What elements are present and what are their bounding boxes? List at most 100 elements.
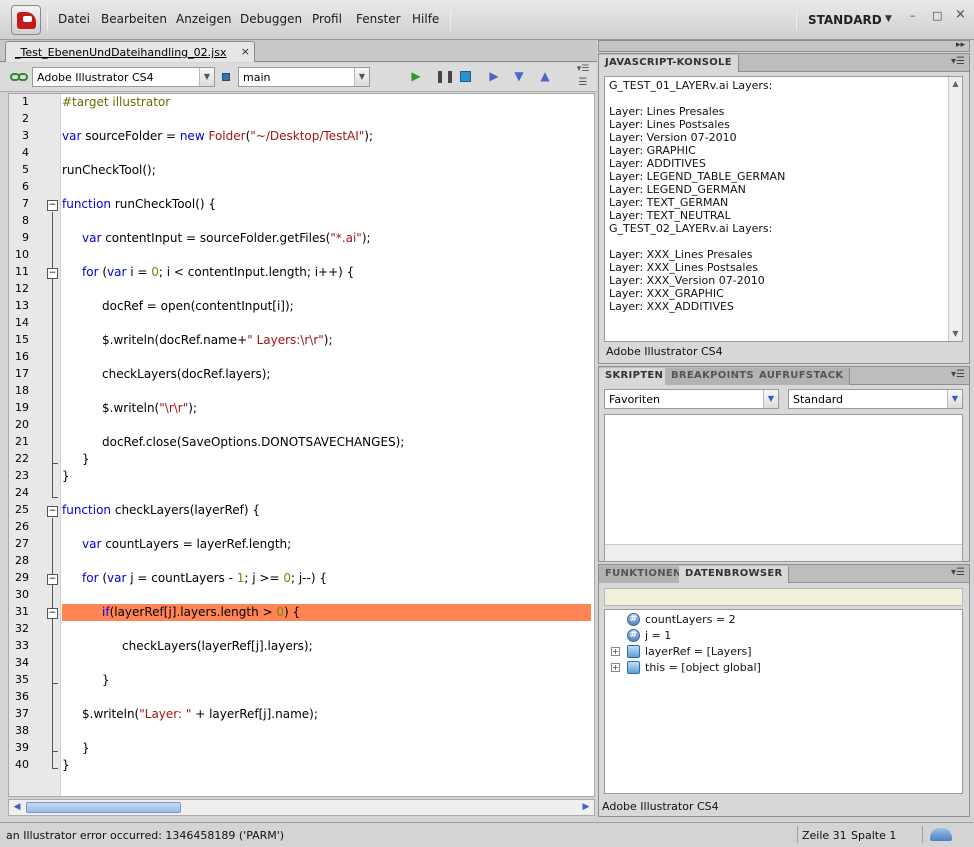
tab-skripten[interactable]: SKRIPTEN — [599, 368, 671, 385]
code-line-39: } — [82, 740, 90, 757]
tab-javascript-console[interactable]: JAVASCRIPT-KONSOLE — [599, 55, 739, 72]
line-number: 18 — [15, 384, 29, 397]
fold-marker-icon[interactable]: − — [47, 608, 58, 619]
scrollbar-thumb[interactable] — [26, 802, 181, 813]
scripts-favorites-select[interactable]: Favoriten ▼ — [604, 389, 779, 409]
chevron-down-icon[interactable]: ▼ — [885, 14, 892, 24]
menu-profil[interactable]: Profil — [312, 12, 342, 26]
stop-icon[interactable] — [460, 71, 471, 82]
menu-hilfe[interactable]: Hilfe — [412, 12, 439, 26]
scroll-down-icon[interactable]: ▼ — [949, 328, 962, 340]
tab-breakpoints[interactable]: BREAKPOINTS — [665, 368, 761, 385]
keyword: var — [82, 537, 102, 551]
variables-tree[interactable]: # countLayers = 2 # j = 1 + layerRef = [… — [604, 609, 963, 794]
console-line: Layer: LEGEND_GERMAN — [609, 183, 746, 196]
horizontal-scrollbar[interactable] — [605, 544, 962, 561]
fold-guide — [52, 768, 58, 769]
expand-icon[interactable]: + — [611, 663, 620, 672]
data-filter-bar[interactable] — [604, 588, 963, 606]
editor-toolbar: Adobe Illustrator CS4 ▼ main ▼ ▶ ❚❚ ▶ ▼ … — [0, 63, 597, 92]
fold-marker-icon[interactable]: − — [47, 268, 58, 279]
code-line-19: $.writeln("\r\r"); — [102, 400, 197, 417]
chevron-down-icon[interactable]: ▼ — [947, 390, 962, 408]
list-icon[interactable]: ☰ — [576, 77, 590, 93]
horizontal-scrollbar[interactable]: ◀ ▶ — [8, 799, 595, 816]
panel-menu-icon[interactable]: ▾☰ — [951, 56, 965, 67]
step-into-icon[interactable]: ▼ — [512, 69, 526, 85]
menu-fenster[interactable]: Fenster — [356, 12, 401, 26]
fold-marker-icon[interactable]: − — [47, 574, 58, 585]
tab-datenbrowser[interactable]: DATENBROWSER — [679, 566, 790, 583]
standard-value: Standard — [793, 393, 844, 406]
code-line-27: var countLayers = layerRef.length; — [82, 536, 291, 553]
close-button[interactable]: × — [955, 7, 966, 22]
code-line-13: docRef = open(contentInput[i]); — [102, 298, 294, 315]
code-line-9: var contentInput = sourceFolder.getFiles… — [82, 230, 371, 247]
scroll-up-icon[interactable]: ▲ — [949, 78, 962, 90]
chevron-down-icon[interactable]: ▼ — [199, 68, 214, 86]
chevron-down-icon[interactable]: ▼ — [354, 68, 369, 86]
panel-menu-icon[interactable]: ▾☰ — [951, 567, 965, 578]
code-text: checkLayers(layerRef) { — [111, 503, 261, 517]
target-app-select[interactable]: Adobe Illustrator CS4 ▼ — [32, 67, 215, 87]
maximize-button[interactable]: □ — [932, 9, 942, 22]
code-editor[interactable]: 1 2 3 4 5 6 7 8 9 10 11 12 13 14 15 16 17 18 19 20 21 22 23 24 2… — [8, 93, 595, 797]
tree-row[interactable]: # j = 1 — [605, 628, 955, 644]
console-output[interactable]: G_TEST_01_LAYERv.ai Layers: Layer: Lines … — [604, 76, 963, 342]
menu-datei[interactable]: Datei — [58, 12, 90, 26]
close-tab-icon[interactable]: × — [241, 45, 250, 58]
code-text: $.writeln( — [102, 401, 160, 415]
tree-row[interactable]: # countLayers = 2 — [605, 612, 955, 628]
line-number: 10 — [15, 248, 29, 261]
chevron-down-icon[interactable]: ▼ — [763, 390, 778, 408]
menu-debuggen[interactable]: Debuggen — [240, 12, 302, 26]
scroll-right-icon[interactable]: ▶ — [579, 801, 593, 814]
step-over-icon[interactable]: ▶ — [487, 69, 501, 85]
console-line: Layer: TEXT_NEUTRAL — [609, 209, 731, 222]
code-text: ); — [323, 333, 333, 347]
tree-row[interactable]: + this = [object global] — [605, 660, 955, 676]
tab-aufrufstack[interactable]: AUFRUFSTACK — [753, 368, 851, 385]
expand-icon[interactable]: + — [611, 647, 620, 656]
scripts-standard-select[interactable]: Standard ▼ — [788, 389, 963, 409]
menu-bearbeiten[interactable]: Bearbeiten — [101, 12, 167, 26]
line-number: 5 — [22, 163, 29, 176]
panel-menu-icon[interactable]: ▾☰ — [951, 369, 965, 380]
keyword: var — [107, 571, 127, 585]
console-line: Layer: XXX_Version 07-2010 — [609, 274, 765, 287]
scripts-panel: SKRIPTEN BREAKPOINTS AUFRUFSTACK ▾☰ Favo… — [598, 366, 970, 562]
collapse-panels-icon[interactable]: ▸▸ — [956, 40, 965, 50]
tree-row[interactable]: + layerRef = [Layers] — [605, 644, 955, 660]
tab-funktionen[interactable]: FUNKTIONEN — [599, 566, 689, 583]
line-number: 33 — [15, 639, 29, 652]
scripts-list[interactable] — [604, 414, 963, 562]
divider — [796, 10, 797, 30]
keyword: function — [62, 197, 112, 211]
comment: #target illustrator — [62, 95, 171, 109]
line-number: 13 — [15, 299, 29, 312]
status-line: Zeile 31 — [802, 829, 847, 842]
fold-marker-icon[interactable]: − — [47, 506, 58, 517]
code-text: ; i < contentInput.length; i++) { — [158, 265, 355, 279]
fold-marker-icon[interactable]: − — [47, 200, 58, 211]
line-number: 31 — [15, 605, 29, 618]
document-tab[interactable]: _Test_EbenenUndDateihandling_02.jsx × — [5, 41, 255, 62]
line-number: 34 — [15, 656, 29, 669]
menu-anzeigen[interactable]: Anzeigen — [176, 12, 231, 26]
step-out-icon[interactable]: ▲ — [538, 69, 552, 85]
scroll-left-icon[interactable]: ◀ — [10, 801, 24, 814]
vertical-scrollbar[interactable]: ▲ ▼ — [948, 77, 962, 341]
pause-icon[interactable]: ❚❚ — [435, 69, 455, 85]
console-line: Layer: Lines Presales — [609, 105, 725, 118]
workspace-switcher[interactable]: STANDARD — [808, 13, 882, 27]
run-icon[interactable]: ▶ — [409, 69, 423, 85]
line-number: 6 — [22, 180, 29, 193]
line-number: 17 — [15, 367, 29, 380]
link-icon[interactable] — [10, 71, 28, 83]
engine-select[interactable]: main ▼ — [238, 67, 370, 87]
minimize-button[interactable]: – — [910, 9, 916, 22]
panel-dock-header: ▸▸ — [598, 40, 970, 52]
code-line-40: } — [62, 757, 70, 774]
code-line-7: function runCheckTool() { — [62, 196, 216, 213]
line-number: 19 — [15, 401, 29, 414]
